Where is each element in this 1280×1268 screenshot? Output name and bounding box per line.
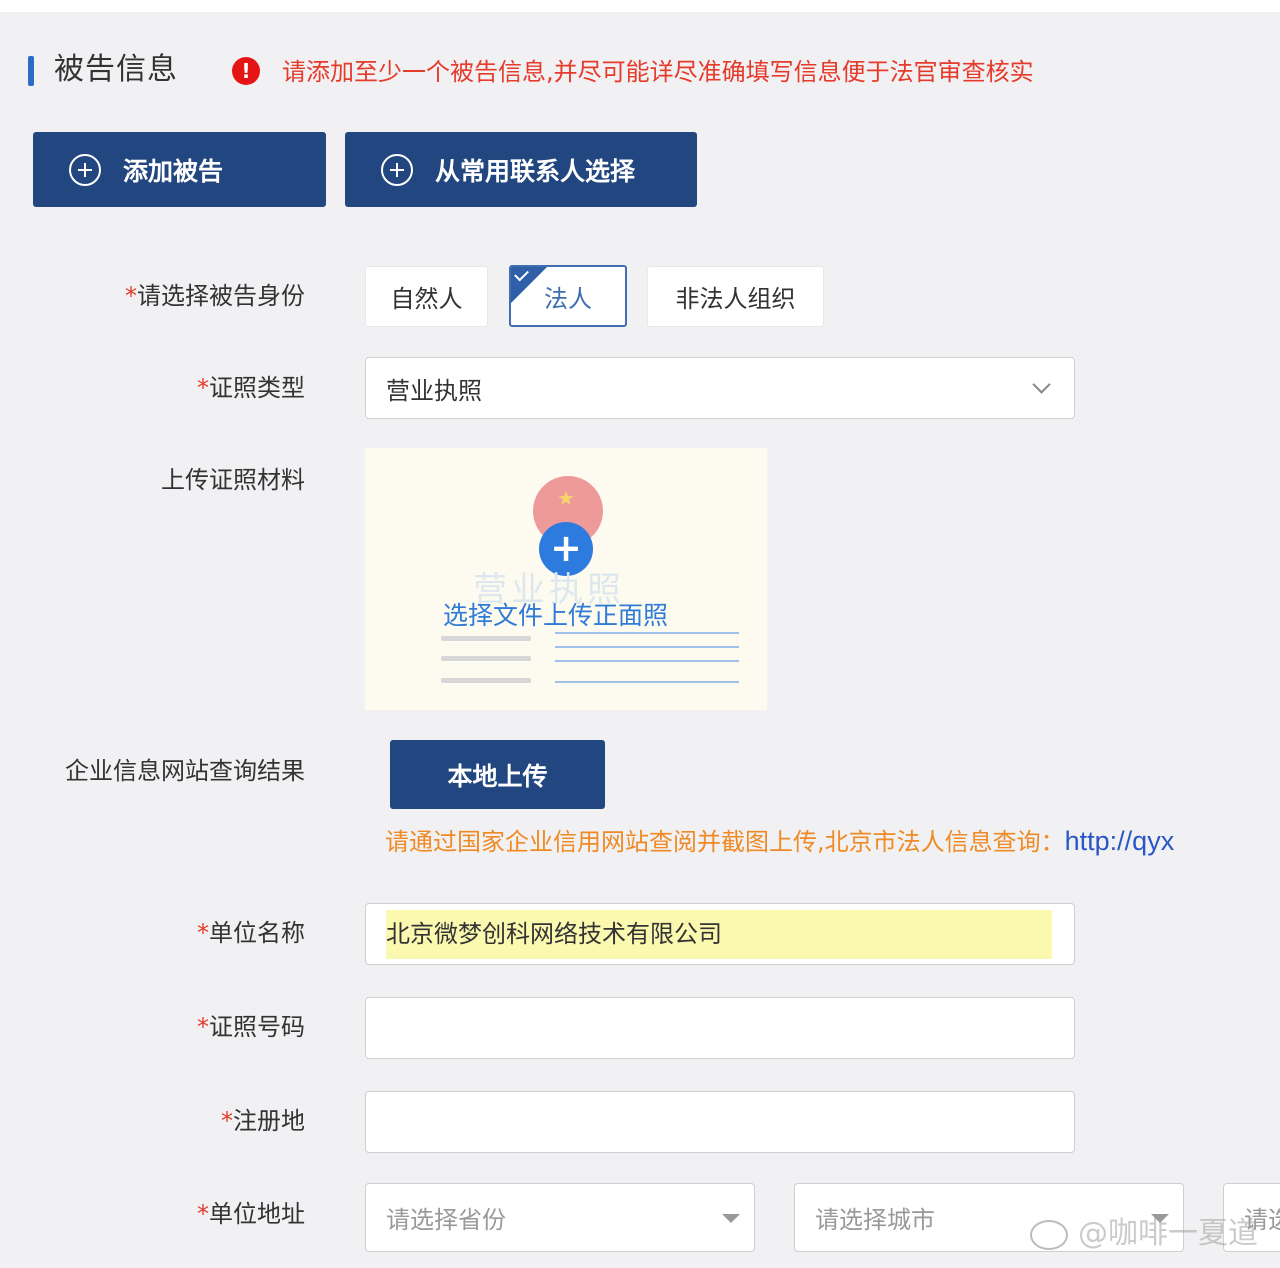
identity-label-text: 请选择被告身份 — [137, 282, 305, 310]
identity-label: *请选择被告身份 — [5, 279, 305, 313]
upload-material-label: 上传证照材料 — [161, 466, 305, 494]
local-upload-button[interactable]: 本地上传 — [390, 740, 605, 809]
license-type-label: *证照类型 — [5, 371, 305, 405]
address-label: *单位地址 — [5, 1197, 305, 1231]
page: 被告信息 ! 请添加至少一个被告信息,并尽可能详尽准确填写信息便于法官审查核实 … — [0, 0, 1280, 1268]
required-mark: * — [197, 919, 209, 947]
upload-front-photo-link[interactable]: 选择文件上传正面照 — [443, 596, 668, 632]
province-placeholder: 请选择省份 — [386, 1206, 506, 1234]
placeholder-line — [555, 681, 739, 683]
section-accent-bar — [28, 56, 34, 86]
warning-message: 请添加至少一个被告信息,并尽可能详尽准确填写信息便于法官审查核实 — [282, 58, 1034, 86]
province-select[interactable]: 请选择省份 — [365, 1183, 755, 1252]
star-icon: ★ — [557, 486, 575, 510]
org-name-label: *单位名称 — [5, 916, 305, 950]
city-placeholder: 请选择城市 — [815, 1206, 935, 1234]
required-mark: * — [197, 374, 209, 402]
license-type-select[interactable]: 营业执照 — [365, 357, 1075, 419]
placeholder-line — [555, 632, 739, 634]
enterprise-query-hint: 请通过国家企业信用网站查阅并截图上传,北京市法人信息查询：http://qyx — [385, 823, 1174, 860]
placeholder-line — [555, 646, 739, 648]
org-name-label-text: 单位名称 — [209, 919, 305, 947]
address-label-text: 单位地址 — [209, 1200, 305, 1228]
license-upload-area[interactable]: ★ + 营业执照 选择文件上传正面照 — [365, 448, 767, 710]
identity-option-natural-person[interactable]: 自然人 — [365, 266, 488, 327]
identity-option-legal-person[interactable]: 法人 — [509, 265, 627, 327]
plus-circle-icon — [381, 153, 413, 186]
local-upload-label: 本地上传 — [447, 761, 548, 791]
section-title: 被告信息 — [54, 52, 178, 87]
registered-place-label-text: 注册地 — [233, 1107, 305, 1135]
identity-option-label: 非法人组织 — [675, 285, 796, 313]
enterprise-query-link[interactable]: http://qyx — [1065, 826, 1175, 856]
placeholder-line — [441, 656, 531, 661]
hint-text: 请通过国家企业信用网站查阅并截图上传,北京市法人信息查询： — [385, 828, 1065, 856]
add-defendant-label: 添加被告 — [123, 156, 224, 186]
identity-option-unincorporated-org[interactable]: 非法人组织 — [647, 266, 824, 327]
exclamation-circle-icon: ! — [232, 57, 260, 85]
plus-circle-icon — [69, 153, 101, 186]
registered-place-field[interactable] — [365, 1091, 1075, 1153]
select-from-contacts-button[interactable]: 从常用联系人选择 — [345, 132, 697, 207]
required-mark: * — [197, 1013, 209, 1041]
required-mark: * — [197, 1200, 209, 1228]
license-number-label-text: 证照号码 — [209, 1013, 305, 1041]
placeholder-line — [555, 660, 739, 662]
identity-option-label: 自然人 — [390, 285, 463, 313]
required-mark: * — [221, 1107, 233, 1135]
watermark: @咖啡一夏道 — [1030, 1208, 1258, 1252]
placeholder-line — [441, 636, 531, 641]
watermark-text: @咖啡一夏道 — [1078, 1216, 1258, 1251]
identity-option-label: 法人 — [544, 284, 592, 313]
org-name-value: 北京微梦创科网络技术有限公司 — [386, 920, 722, 948]
chevron-down-icon — [1032, 375, 1051, 394]
placeholder-line — [441, 678, 531, 683]
select-from-contacts-label: 从常用联系人选择 — [435, 156, 636, 186]
license-number-field[interactable] — [365, 997, 1075, 1059]
license-type-label-text: 证照类型 — [209, 374, 305, 402]
license-number-label: *证照号码 — [5, 1010, 305, 1044]
org-name-field[interactable]: 北京微梦创科网络技术有限公司 — [365, 903, 1075, 965]
required-mark: * — [125, 282, 137, 310]
enterprise-query-label: 企业信息网站查询结果 — [65, 757, 305, 785]
registered-place-label: *注册地 — [5, 1104, 305, 1138]
caret-down-icon — [722, 1214, 740, 1223]
add-defendant-button[interactable]: 添加被告 — [33, 132, 326, 207]
top-strip — [0, 0, 1280, 12]
weibo-logo-icon — [1030, 1219, 1068, 1250]
license-type-value: 营业执照 — [386, 376, 482, 405]
